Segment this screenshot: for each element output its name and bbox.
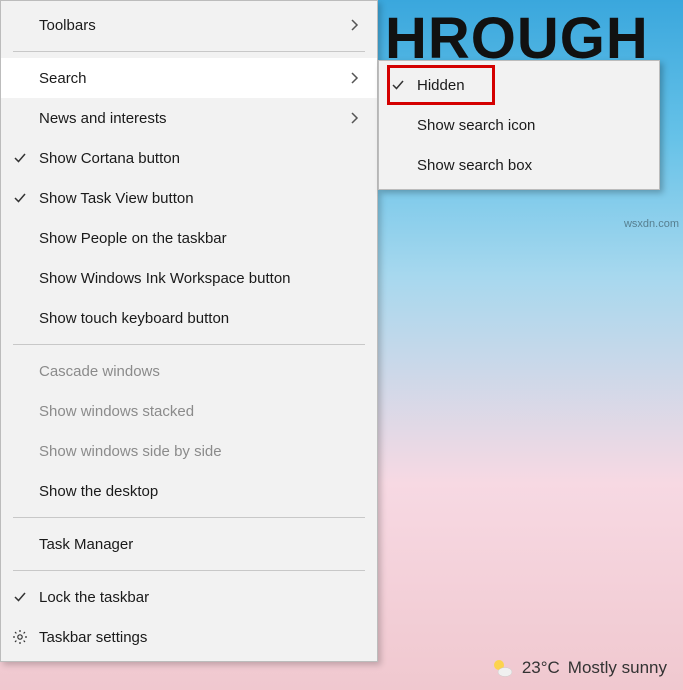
desktop-label: Show the desktop bbox=[39, 483, 363, 500]
touchkb-label: Show touch keyboard button bbox=[39, 310, 363, 327]
separator bbox=[13, 51, 365, 52]
chevron-right-icon bbox=[347, 72, 363, 84]
menu-item-stacked: Show windows stacked bbox=[1, 391, 377, 431]
taskbar-weather[interactable]: 23°C Mostly sunny bbox=[482, 646, 675, 690]
submenu-item-hidden[interactable]: Hidden bbox=[379, 65, 659, 105]
menu-item-desktop[interactable]: Show the desktop bbox=[1, 471, 377, 511]
menu-item-ink[interactable]: Show Windows Ink Workspace button bbox=[1, 258, 377, 298]
submenu-item-show-box[interactable]: Show search box bbox=[379, 145, 659, 185]
stacked-label: Show windows stacked bbox=[39, 403, 363, 420]
news-label: News and interests bbox=[39, 110, 347, 127]
weather-sunny-icon bbox=[490, 656, 514, 680]
cortana-label: Show Cortana button bbox=[39, 150, 363, 167]
toolbars-label: Toolbars bbox=[39, 17, 347, 34]
chevron-right-icon bbox=[347, 19, 363, 31]
weather-temp: 23°C bbox=[522, 658, 560, 678]
taskbar-context-menu: Toolbars Search News and interests Show … bbox=[0, 0, 378, 662]
taskview-label: Show Task View button bbox=[39, 190, 363, 207]
menu-item-people[interactable]: Show People on the taskbar bbox=[1, 218, 377, 258]
search-label: Search bbox=[39, 70, 347, 87]
search-submenu: Hidden Show search icon Show search box bbox=[378, 60, 660, 190]
separator bbox=[13, 570, 365, 571]
menu-item-search[interactable]: Search bbox=[1, 58, 377, 98]
watermark: wsxdn.com bbox=[624, 218, 679, 230]
menu-item-cortana[interactable]: Show Cortana button bbox=[1, 138, 377, 178]
menu-item-toolbars[interactable]: Toolbars bbox=[1, 5, 377, 45]
lock-label: Lock the taskbar bbox=[39, 589, 363, 606]
menu-item-touchkb[interactable]: Show touch keyboard button bbox=[1, 298, 377, 338]
menu-item-settings[interactable]: Taskbar settings bbox=[1, 617, 377, 657]
separator bbox=[13, 517, 365, 518]
show-icon-label: Show search icon bbox=[417, 117, 645, 134]
gear-icon bbox=[1, 629, 39, 645]
check-icon bbox=[1, 191, 39, 205]
settings-label: Taskbar settings bbox=[39, 629, 363, 646]
menu-item-cascade: Cascade windows bbox=[1, 351, 377, 391]
ink-label: Show Windows Ink Workspace button bbox=[39, 270, 363, 287]
submenu-item-show-icon[interactable]: Show search icon bbox=[379, 105, 659, 145]
separator bbox=[13, 344, 365, 345]
taskmgr-label: Task Manager bbox=[39, 536, 363, 553]
hidden-label: Hidden bbox=[417, 77, 645, 94]
people-label: Show People on the taskbar bbox=[39, 230, 363, 247]
check-icon bbox=[379, 78, 417, 92]
show-box-label: Show search box bbox=[417, 157, 645, 174]
menu-item-taskview[interactable]: Show Task View button bbox=[1, 178, 377, 218]
menu-item-lock[interactable]: Lock the taskbar bbox=[1, 577, 377, 617]
chevron-right-icon bbox=[347, 112, 363, 124]
menu-item-taskmgr[interactable]: Task Manager bbox=[1, 524, 377, 564]
sidebyside-label: Show windows side by side bbox=[39, 443, 363, 460]
weather-desc: Mostly sunny bbox=[568, 658, 667, 678]
menu-item-sidebyside: Show windows side by side bbox=[1, 431, 377, 471]
menu-item-news[interactable]: News and interests bbox=[1, 98, 377, 138]
check-icon bbox=[1, 151, 39, 165]
cascade-label: Cascade windows bbox=[39, 363, 363, 380]
check-icon bbox=[1, 590, 39, 604]
